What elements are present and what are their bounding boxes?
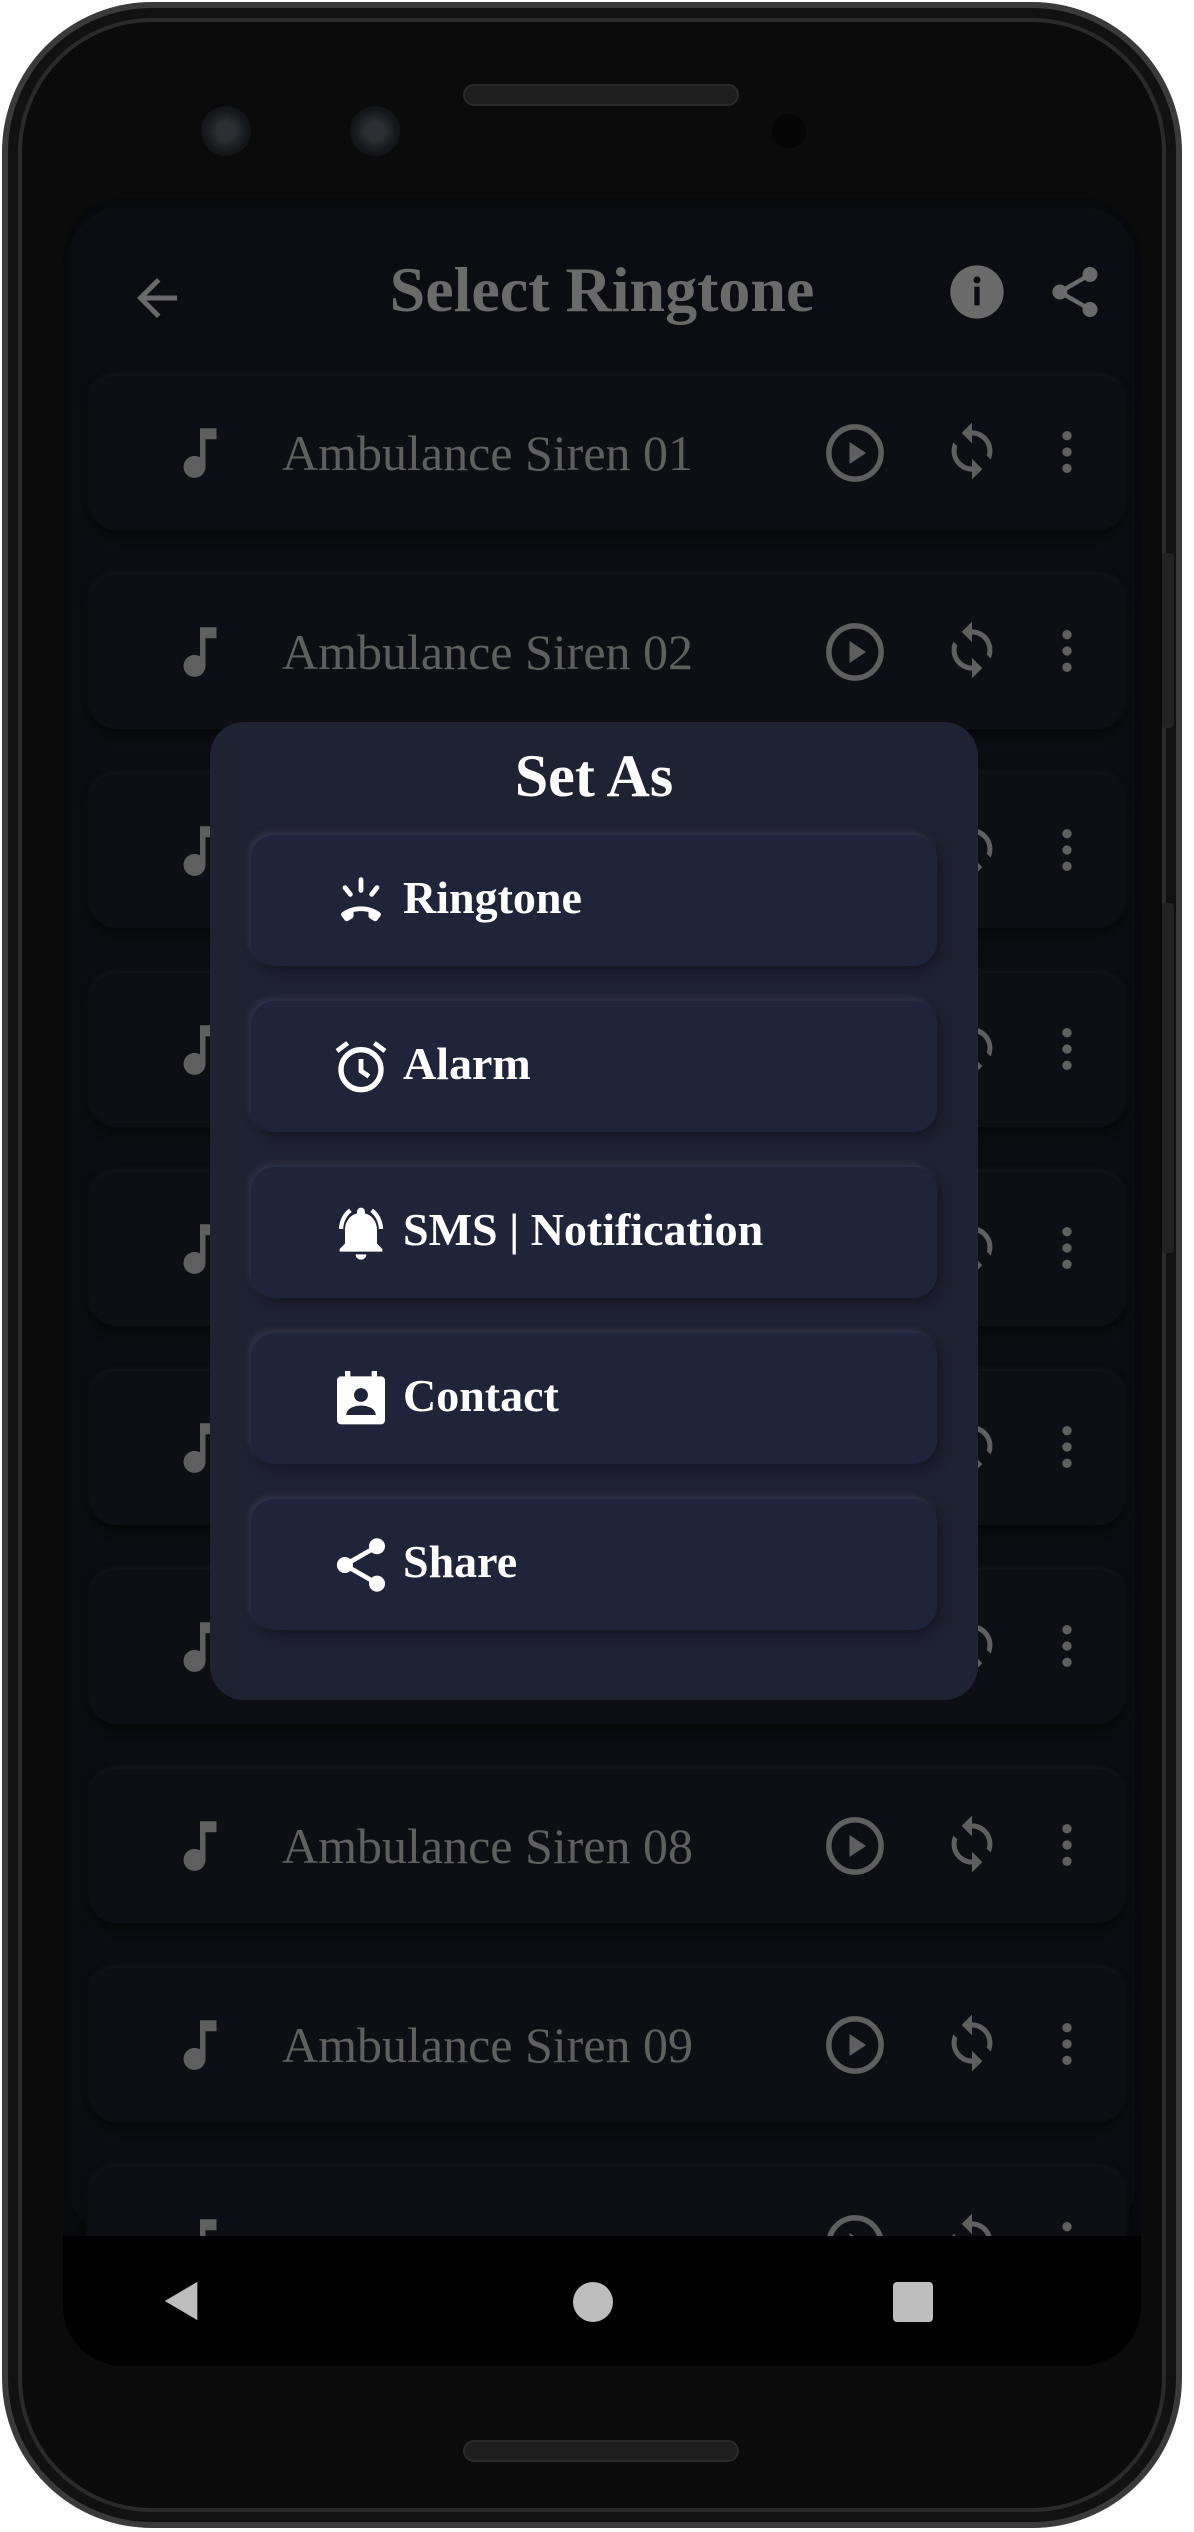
music-note-icon <box>183 627 217 677</box>
circle-home-icon[interactable] <box>573 2282 613 2322</box>
more-vert-icon[interactable] <box>1039 822 1095 878</box>
more-vert-icon[interactable] <box>1039 1220 1095 1276</box>
dialog-title: Set As <box>514 743 674 809</box>
ringtone-row[interactable]: Ambulance Siren 01 <box>89 376 1125 530</box>
alarm-clock-icon <box>335 1041 387 1093</box>
play-icon[interactable] <box>822 420 888 486</box>
bell-ringing-icon <box>338 1207 384 1260</box>
option-label: Ringtone <box>403 872 582 923</box>
set-as-dialog: Set As Ringtone Alarm SMS | Notification… <box>210 722 978 1700</box>
volume-button <box>1162 903 1174 1253</box>
more-vert-icon[interactable] <box>1039 2016 1095 2072</box>
front-camera <box>201 106 251 156</box>
ringtone-name: Ambulance Siren 09 <box>282 2017 694 2073</box>
more-vert-icon[interactable] <box>1039 1618 1095 1674</box>
music-note-icon <box>183 2020 217 2070</box>
ringtone-row[interactable]: Ambulance Siren 09 <box>89 1968 1125 2122</box>
repeat-icon[interactable] <box>941 1813 1003 1875</box>
repeat-icon[interactable] <box>941 2012 1003 2074</box>
more-vert-icon[interactable] <box>1039 424 1095 480</box>
bottom-speaker <box>463 2440 739 2462</box>
option-contact[interactable]: Contact <box>251 1333 937 1464</box>
option-label: Share <box>403 1536 518 1587</box>
system-nav-bar <box>63 2236 1141 2366</box>
more-vert-icon[interactable] <box>1039 623 1095 679</box>
sensor <box>772 114 806 148</box>
ringtone-row[interactable]: Ambulance Siren 02 <box>89 575 1125 729</box>
triangle-back-icon[interactable] <box>159 2278 205 2324</box>
option-sms-notification[interactable]: SMS | Notification <box>251 1167 937 1298</box>
share-icon <box>336 1538 386 1592</box>
share-icon[interactable] <box>1045 262 1105 322</box>
option-ringtone[interactable]: Ringtone <box>251 835 937 966</box>
option-alarm[interactable]: Alarm <box>251 1001 937 1132</box>
play-icon[interactable] <box>822 619 888 685</box>
option-label: Contact <box>403 1370 559 1421</box>
repeat-icon[interactable] <box>941 619 1003 681</box>
earpiece-speaker <box>463 84 739 106</box>
info-icon[interactable] <box>945 260 1009 324</box>
option-share[interactable]: Share <box>251 1499 937 1630</box>
repeat-icon[interactable] <box>941 420 1003 482</box>
more-vert-icon[interactable] <box>1039 1817 1095 1873</box>
square-recents-icon[interactable] <box>893 2282 933 2322</box>
ringtone-row[interactable]: Ambulance Siren 08 <box>89 1769 1125 1923</box>
power-button <box>1162 553 1174 728</box>
ringtone-name: Ambulance Siren 02 <box>282 624 694 680</box>
music-note-icon <box>183 1821 217 1871</box>
ringing-phone-icon <box>341 877 381 922</box>
play-icon[interactable] <box>822 1813 888 1879</box>
ringtone-name: Ambulance Siren 01 <box>282 425 694 481</box>
play-icon[interactable] <box>822 2012 888 2078</box>
more-vert-icon[interactable] <box>1039 1419 1095 1475</box>
more-vert-icon[interactable] <box>1039 1021 1095 1077</box>
option-label: Alarm <box>403 1038 531 1089</box>
contact-card-icon <box>337 1371 385 1425</box>
option-label: SMS | Notification <box>403 1204 764 1255</box>
front-camera-2 <box>350 106 400 156</box>
music-note-icon <box>183 428 217 478</box>
ringtone-name: Ambulance Siren 08 <box>282 1818 694 1874</box>
